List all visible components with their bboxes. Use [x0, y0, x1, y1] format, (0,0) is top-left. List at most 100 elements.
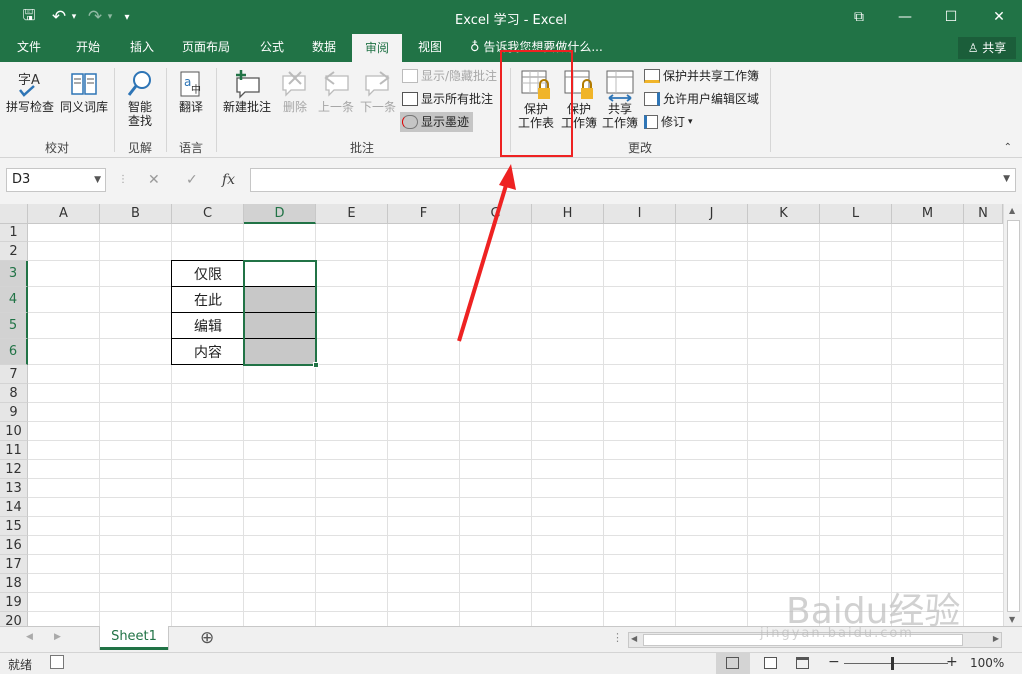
zoom-slider-track[interactable]	[844, 663, 948, 664]
column-header-l[interactable]: L	[820, 204, 892, 224]
share-button[interactable]: ♙ 共享	[958, 37, 1016, 59]
column-header-a[interactable]: A	[28, 204, 100, 224]
zoom-slider-thumb[interactable]	[891, 657, 894, 670]
row-header-2[interactable]: 2	[0, 242, 28, 261]
row-header-10[interactable]: 10	[0, 422, 28, 441]
column-header-c[interactable]: C	[172, 204, 244, 224]
row-header-16[interactable]: 16	[0, 536, 28, 555]
tab-home[interactable]: 开始	[62, 34, 114, 62]
sheet-next-icon[interactable]: ▶	[54, 632, 61, 642]
protect-share-workbook-button[interactable]: 保护并共享工作簿	[644, 66, 759, 86]
show-all-comments-button[interactable]: 显示所有批注	[402, 89, 493, 109]
row-header-20[interactable]: 20	[0, 612, 28, 626]
column-header-h[interactable]: H	[532, 204, 604, 224]
row-header-12[interactable]: 12	[0, 460, 28, 479]
zoom-level[interactable]: 100%	[970, 656, 1004, 670]
spell-check-button[interactable]: 字A 拼写检查	[4, 68, 56, 114]
row-header-1[interactable]: 1	[0, 224, 28, 242]
column-header-i[interactable]: I	[604, 204, 676, 224]
spreadsheet-grid[interactable]: ▲ ▼ A B C D E F G H I J K L M N 1 2 3 4 5 6 7 8 9 10 11 12 13 14 15 1…	[0, 204, 1022, 626]
share-workbook-button[interactable]: 共享 工作簿	[600, 68, 640, 130]
add-sheet-icon[interactable]: ⊕	[200, 628, 214, 648]
cell-c6[interactable]: 内容	[172, 339, 244, 365]
normal-view-button[interactable]	[716, 653, 750, 674]
vertical-scroll-thumb[interactable]	[1007, 220, 1020, 612]
row-header-7[interactable]: 7	[0, 365, 28, 384]
delete-comment-button[interactable]: 删除	[276, 68, 314, 114]
thesaurus-button[interactable]: 同义词库	[58, 68, 110, 114]
row-header-14[interactable]: 14	[0, 498, 28, 517]
formula-bar-grip-icon: ⋮	[118, 174, 128, 185]
insert-function-icon[interactable]: fx	[222, 168, 235, 192]
scroll-right-icon[interactable]: ▶	[993, 634, 999, 643]
column-header-n[interactable]: N	[964, 204, 1003, 224]
cell-c4[interactable]: 在此	[172, 287, 244, 313]
selection-range[interactable]	[243, 260, 317, 366]
close-button[interactable]: ✕	[976, 0, 1022, 34]
show-all-comments-label: 显示所有批注	[421, 92, 494, 106]
formula-input[interactable]: ▼	[250, 168, 1016, 192]
previous-comment-button[interactable]: 上一条	[316, 68, 356, 114]
expand-formula-icon[interactable]: ▼	[1003, 174, 1010, 184]
tab-insert[interactable]: 插入	[116, 34, 168, 62]
ribbon-display-icon[interactable]: ⧉	[836, 0, 882, 34]
row-header-8[interactable]: 8	[0, 384, 28, 403]
macro-record-icon[interactable]	[50, 655, 64, 669]
collapse-ribbon-icon[interactable]: ⌃	[1004, 142, 1012, 153]
zoom-out-button[interactable]: −	[828, 654, 840, 670]
row-header-13[interactable]: 13	[0, 479, 28, 498]
row-header-15[interactable]: 15	[0, 517, 28, 536]
tab-view[interactable]: 视图	[406, 34, 454, 62]
cell-c5[interactable]: 编辑	[172, 313, 244, 339]
sheet-prev-icon[interactable]: ◀	[26, 632, 33, 642]
cancel-icon[interactable]: ✕	[148, 168, 160, 192]
next-comment-button[interactable]: 下一条	[358, 68, 398, 114]
tab-data[interactable]: 数据	[300, 34, 348, 62]
tab-review[interactable]: 审阅	[352, 34, 402, 62]
column-header-b[interactable]: B	[100, 204, 172, 224]
row-header-19[interactable]: 19	[0, 593, 28, 612]
row-header-3[interactable]: 3	[0, 261, 28, 287]
scroll-up-icon[interactable]: ▲	[1009, 206, 1015, 215]
smart-lookup-button[interactable]: 智能 查找	[118, 68, 162, 128]
row-header-9[interactable]: 9	[0, 403, 28, 422]
tab-file[interactable]: 文件	[0, 34, 58, 62]
scroll-left-icon[interactable]: ◀	[631, 634, 637, 643]
tab-page-layout[interactable]: 页面布局	[172, 34, 240, 62]
page-break-view-icon[interactable]	[796, 657, 809, 669]
page-layout-view-icon[interactable]	[764, 657, 777, 669]
allow-edit-ranges-button[interactable]: 允许用户编辑区域	[644, 89, 759, 109]
zoom-in-button[interactable]: +	[946, 654, 958, 670]
column-header-d[interactable]: D	[244, 204, 316, 224]
name-box[interactable]: D3 ▼	[6, 168, 106, 192]
column-header-k[interactable]: K	[748, 204, 820, 224]
row-header-11[interactable]: 11	[0, 441, 28, 460]
row-header-5[interactable]: 5	[0, 313, 28, 339]
maximize-button[interactable]: ☐	[928, 0, 974, 34]
column-header-j[interactable]: J	[676, 204, 748, 224]
sheet-tab-sheet1[interactable]: Sheet1	[100, 626, 168, 650]
minimize-button[interactable]: —	[882, 0, 928, 34]
column-header-g[interactable]: G	[460, 204, 532, 224]
new-comment-button[interactable]: 新建批注	[220, 68, 274, 114]
cell-c3[interactable]: 仅限	[172, 261, 244, 287]
fill-handle[interactable]	[313, 362, 319, 368]
row-header-6[interactable]: 6	[0, 339, 28, 365]
split-grip-icon[interactable]: ⋮	[612, 631, 623, 644]
show-ink-button[interactable]: 显示墨迹	[400, 112, 474, 132]
tab-formulas[interactable]: 公式	[246, 34, 298, 62]
vertical-scrollbar[interactable]: ▲ ▼	[1003, 204, 1022, 626]
column-header-m[interactable]: M	[892, 204, 964, 224]
translate-button[interactable]: a 中 翻译	[170, 68, 212, 114]
show-hide-comment-button[interactable]: 显示/隐藏批注	[402, 66, 497, 86]
track-changes-button[interactable]: 修订 ▾	[644, 112, 693, 132]
select-all-corner[interactable]	[0, 204, 28, 224]
chevron-down-icon[interactable]: ▼	[94, 169, 101, 191]
scroll-down-icon[interactable]: ▼	[1009, 615, 1015, 624]
column-header-e[interactable]: E	[316, 204, 388, 224]
row-header-18[interactable]: 18	[0, 574, 28, 593]
row-header-17[interactable]: 17	[0, 555, 28, 574]
row-header-4[interactable]: 4	[0, 287, 28, 313]
enter-icon[interactable]: ✓	[186, 168, 198, 192]
column-header-f[interactable]: F	[388, 204, 460, 224]
